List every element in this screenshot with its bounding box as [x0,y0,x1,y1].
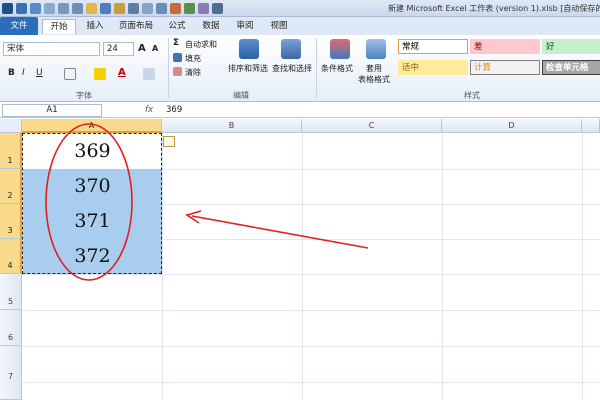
annotation-overlay [45,123,369,281]
annotation-ellipse [45,123,133,281]
annotation-arrow-line [191,215,369,249]
